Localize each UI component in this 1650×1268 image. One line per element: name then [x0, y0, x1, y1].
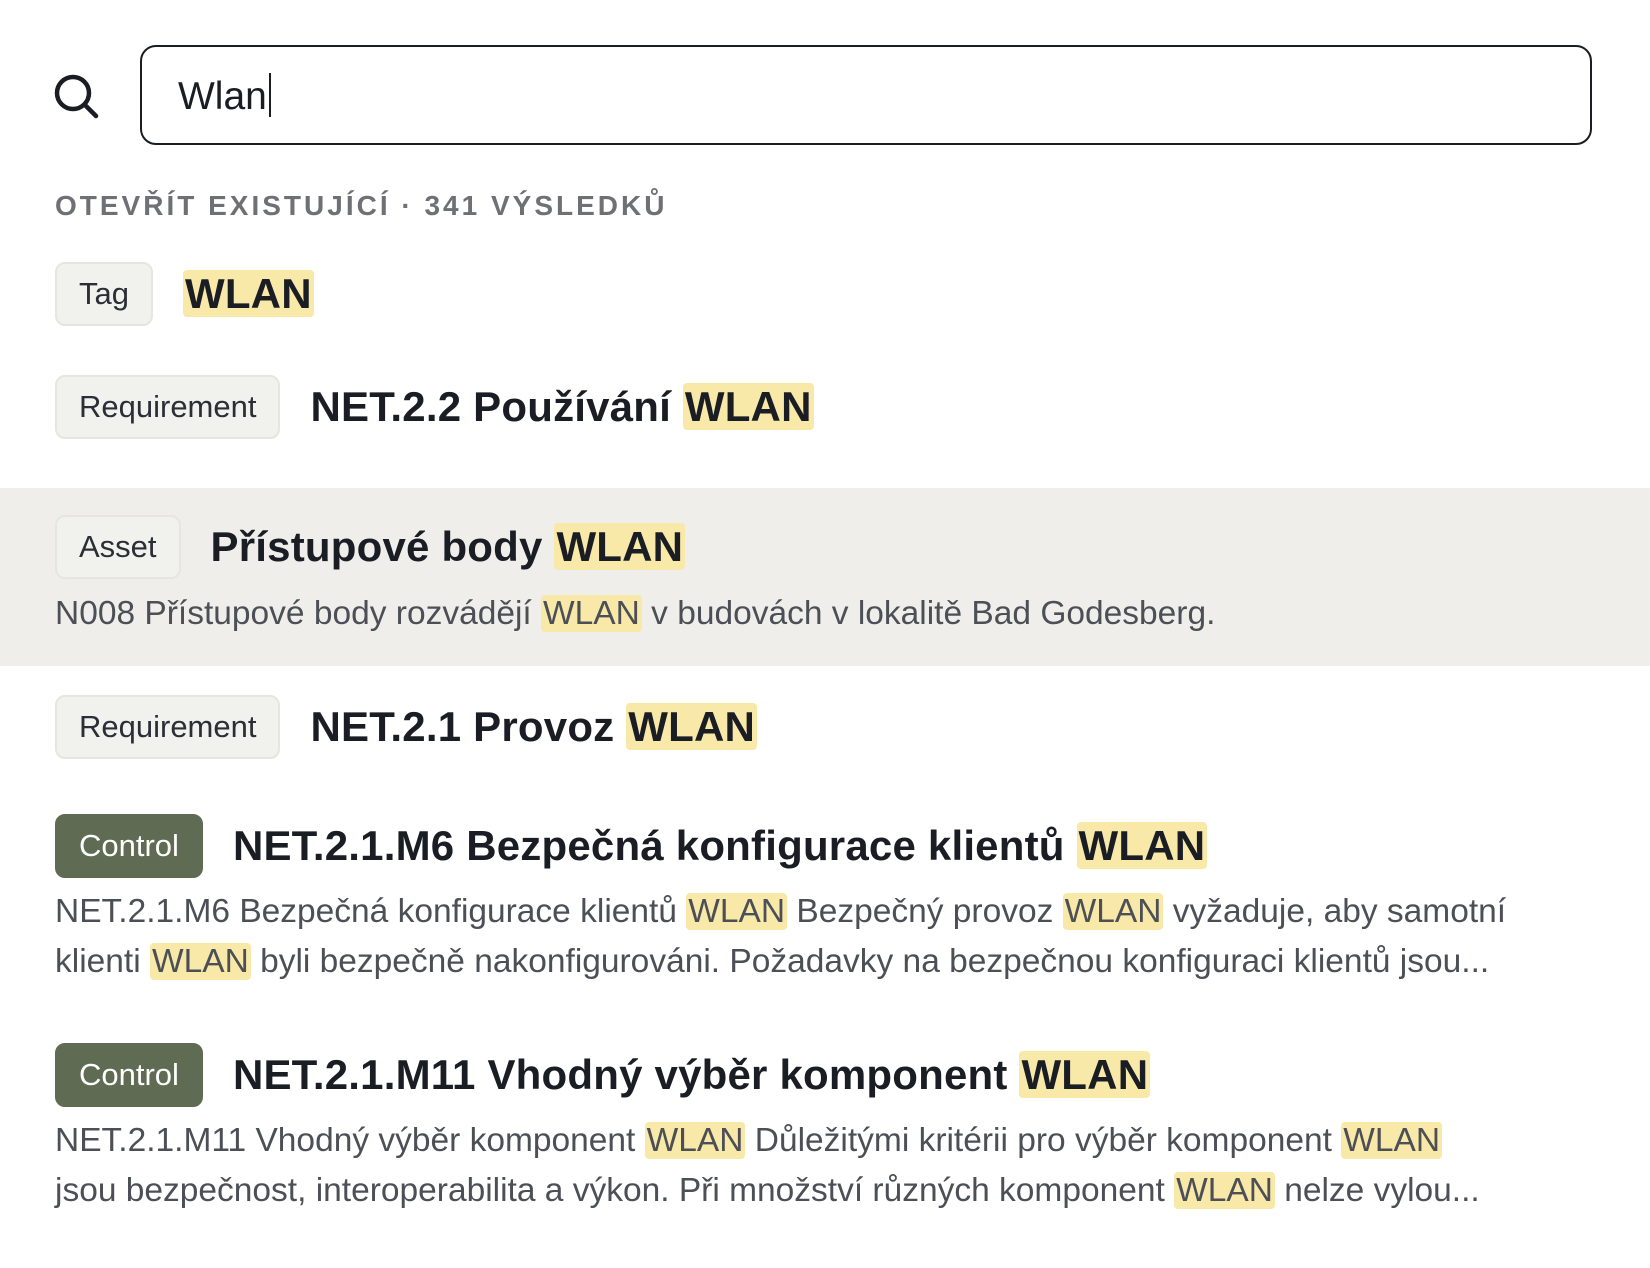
match-highlight: WLAN: [1019, 1051, 1151, 1098]
result-title: NET.2.1 Provoz WLAN: [310, 703, 758, 750]
type-badge: Requirement: [55, 695, 281, 759]
match-highlight: WLAN: [1062, 893, 1164, 930]
match-highlight: WLAN: [686, 893, 788, 930]
results-section-header: OTEVŘÍT EXISTUJÍCÍ · 341 VÝSLEDKŮ: [55, 190, 668, 221]
result-title: NET.2.1.M6 Bezpečná konfigurace klientů …: [232, 822, 1208, 869]
search-icon: [54, 74, 99, 119]
result-title: WLAN: [182, 270, 314, 318]
search-bar: Wlan: [0, 0, 1650, 160]
match-highlight: WLAN: [1076, 822, 1208, 869]
result-item-requirement[interactable]: Requirement NET.2.1 Provoz WLAN: [0, 690, 1650, 790]
type-badge: Asset: [55, 515, 181, 579]
result-title: NET.2.2 Používání WLAN: [310, 383, 814, 430]
result-title: NET.2.1.M11 Vhodný výběr komponent WLAN: [232, 1051, 1151, 1098]
result-item-tag[interactable]: Tag WLAN: [0, 250, 1650, 350]
match-highlight: WLAN: [1341, 1122, 1443, 1159]
match-highlight: WLAN: [554, 523, 686, 570]
result-item-requirement[interactable]: Requirement NET.2.2 Používání WLAN: [0, 363, 1650, 463]
result-snippet: NET.2.1.M6 Bezpečná konfigurace klientů …: [55, 893, 1507, 980]
result-item-asset[interactable]: Asset Přístupové body WLAN N008 Přístupo…: [0, 488, 1650, 666]
match-highlight: WLAN: [149, 943, 251, 980]
type-badge: Tag: [55, 262, 153, 326]
result-item-control[interactable]: Control NET.2.1.M6 Bezpečná konfigurace …: [0, 808, 1650, 1008]
search-input-box[interactable]: Wlan: [140, 45, 1592, 145]
result-title: Přístupové body WLAN: [210, 523, 686, 570]
match-highlight: WLAN: [541, 595, 642, 632]
match-highlight: WLAN: [626, 703, 758, 750]
type-badge: Control: [55, 814, 203, 878]
search-input[interactable]: Wlan: [178, 71, 271, 123]
type-badge: Requirement: [55, 375, 281, 439]
match-highlight: WLAN: [644, 1122, 746, 1159]
match-highlight: WLAN: [1174, 1172, 1275, 1209]
result-item-control[interactable]: Control NET.2.1.M11 Vhodný výběr kompone…: [0, 1037, 1650, 1237]
type-badge: Control: [55, 1043, 203, 1107]
text-caret: [268, 73, 271, 117]
match-highlight: WLAN: [182, 270, 314, 317]
result-snippet: N008 Přístupové body rozvádějí WLAN v bu…: [55, 595, 1216, 632]
match-highlight: WLAN: [682, 383, 814, 430]
result-snippet: NET.2.1.M11 Vhodný výběr komponent WLAN …: [55, 1122, 1480, 1209]
search-input-value: Wlan: [178, 75, 267, 118]
